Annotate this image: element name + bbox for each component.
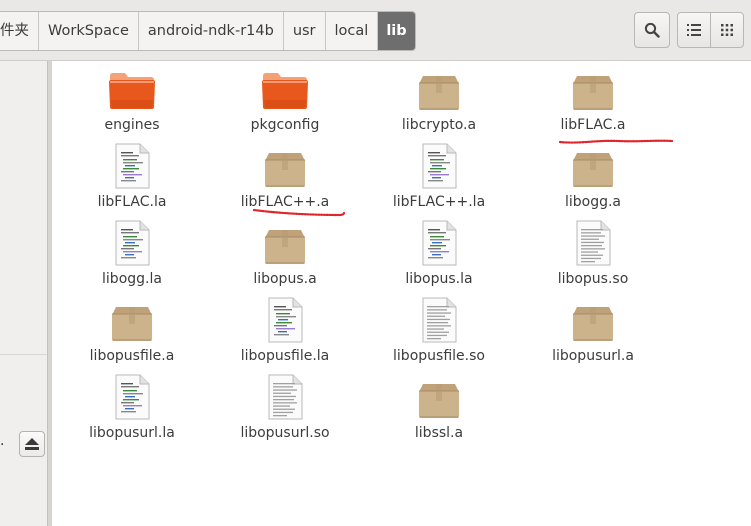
eject-icon [25, 438, 39, 450]
list-view-icon [687, 24, 701, 36]
file-item[interactable]: libopusurl.a [518, 299, 668, 369]
file-name: libFLAC.a [560, 117, 626, 133]
list-view-button[interactable] [677, 12, 711, 48]
file-item[interactable]: libcrypto.a [364, 68, 514, 138]
package-icon [110, 299, 154, 347]
breadcrumb-item[interactable]: 件夹 [0, 12, 39, 50]
breadcrumb-item-local[interactable]: local [326, 12, 379, 50]
sidebar: . [0, 61, 47, 526]
file-name: pkgconfig [250, 117, 320, 133]
script-file-icon [420, 143, 458, 193]
package-icon [571, 145, 615, 193]
file-name: libopusurl.so [240, 425, 330, 441]
search-icon [644, 22, 660, 38]
folder-icon [261, 70, 309, 114]
file-item[interactable]: libopusurl.so [210, 374, 360, 446]
file-item[interactable]: pkgconfig [210, 68, 360, 138]
file-item[interactable]: libopusfile.la [210, 297, 360, 369]
package-icon [571, 299, 615, 347]
file-name: engines [104, 117, 160, 133]
file-name: libcrypto.a [401, 117, 477, 133]
file-name: libogg.a [564, 194, 622, 210]
file-name: libFLAC++.la [392, 194, 486, 210]
file-item[interactable]: libssl.a [364, 376, 514, 446]
toolbar: 件夹 WorkSpace android-ndk-r14b usr local … [0, 0, 751, 61]
file-item[interactable]: libogg.a [518, 145, 668, 215]
script-file-icon [113, 220, 151, 270]
file-name: libopusfile.so [393, 348, 485, 364]
file-name: libFLAC.la [97, 194, 167, 210]
package-icon [263, 222, 307, 270]
package-icon [263, 145, 307, 193]
file-item[interactable]: libogg.la [57, 220, 207, 292]
breadcrumb-item-usr[interactable]: usr [284, 12, 326, 50]
file-name: libopus.so [557, 271, 629, 287]
grid-view-button[interactable] [710, 12, 744, 48]
breadcrumb: 件夹 WorkSpace android-ndk-r14b usr local … [0, 11, 416, 51]
package-icon [571, 68, 615, 116]
file-name: libogg.la [102, 271, 162, 287]
file-item[interactable]: libopus.la [364, 220, 514, 292]
file-name: libopusurl.a [552, 348, 634, 364]
file-item[interactable]: libopusurl.la [57, 374, 207, 446]
file-name: libopusfile.la [240, 348, 330, 364]
file-grid: engines pkgconfig libcrypto.a libFLAC.a libF… [52, 61, 751, 526]
annotation-underline-libflac-a [558, 139, 674, 144]
file-name: libopus.la [405, 271, 473, 287]
file-name: libopusurl.la [89, 425, 175, 441]
file-item[interactable]: libFLAC++.a [210, 145, 360, 215]
sidebar-item-label[interactable]: . [0, 433, 4, 449]
search-button[interactable] [634, 12, 670, 48]
file-item[interactable]: libopus.a [210, 222, 360, 292]
script-file-icon [113, 143, 151, 193]
breadcrumb-item-workspace[interactable]: WorkSpace [39, 12, 139, 50]
breadcrumb-item-android-ndk[interactable]: android-ndk-r14b [139, 12, 284, 50]
breadcrumb-item-lib[interactable]: lib [378, 12, 415, 50]
package-icon [417, 376, 461, 424]
script-file-icon [266, 297, 304, 347]
text-file-icon [420, 297, 458, 347]
file-name: libssl.a [414, 425, 464, 441]
text-file-icon [574, 220, 612, 270]
file-item[interactable]: engines [57, 68, 207, 138]
file-item[interactable]: libFLAC.a [518, 68, 668, 138]
file-item[interactable]: libFLAC.la [57, 143, 207, 215]
sidebar-divider [0, 354, 47, 355]
script-file-icon [420, 220, 458, 270]
file-item[interactable]: libopusfile.so [364, 297, 514, 369]
annotation-underline-libflac-plus-a [252, 208, 346, 217]
file-item[interactable]: libopus.so [518, 220, 668, 292]
folder-icon [108, 70, 156, 114]
package-icon [417, 68, 461, 116]
file-item[interactable]: libFLAC++.la [364, 143, 514, 215]
eject-button[interactable] [19, 431, 45, 457]
script-file-icon [113, 374, 151, 424]
file-item[interactable]: libopusfile.a [57, 299, 207, 369]
file-name: libopusfile.a [89, 348, 175, 364]
grid-view-icon [721, 24, 733, 36]
text-file-icon [266, 374, 304, 424]
file-name: libopus.a [253, 271, 317, 287]
